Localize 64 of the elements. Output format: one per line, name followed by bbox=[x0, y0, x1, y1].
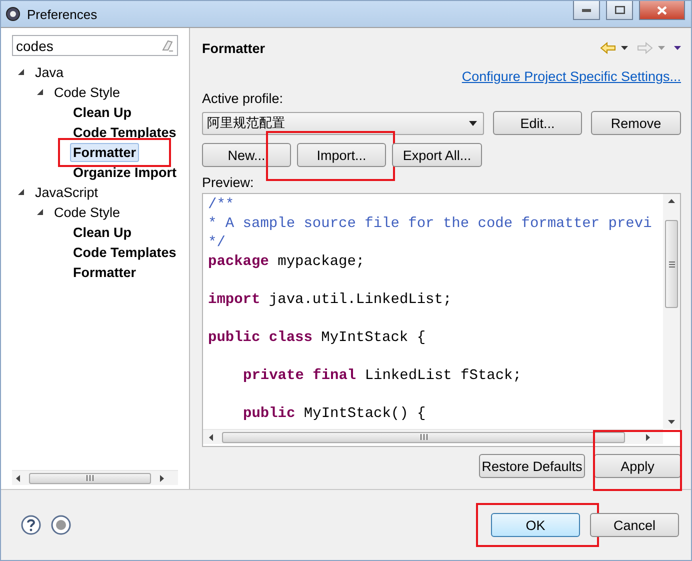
tree-item[interactable]: Code Templates bbox=[70, 122, 180, 142]
profile-button[interactable]: Edit... bbox=[493, 111, 582, 135]
tree-item[interactable]: Formatter bbox=[70, 142, 140, 162]
action-button[interactable]: Apply bbox=[594, 454, 681, 478]
code-line: import java.util.LinkedList; bbox=[208, 291, 453, 310]
page-title: Formatter bbox=[202, 40, 266, 56]
expanded-arrow-icon[interactable] bbox=[18, 68, 25, 76]
grip-icon bbox=[86, 475, 94, 481]
expanded-arrow-icon[interactable] bbox=[18, 188, 25, 196]
minimize-icon bbox=[582, 8, 591, 12]
scroll-left-icon[interactable] bbox=[208, 434, 214, 440]
horizontal-scrollbar[interactable] bbox=[203, 429, 663, 444]
profile-button[interactable]: Remove bbox=[591, 111, 681, 135]
expanded-arrow-icon[interactable] bbox=[37, 88, 44, 96]
tree-item[interactable]: Clean Up bbox=[70, 102, 135, 122]
tree-item[interactable]: Organize Import bbox=[70, 162, 180, 182]
view-menu-icon[interactable] bbox=[674, 45, 681, 51]
scroll-right-icon[interactable] bbox=[645, 434, 651, 440]
preview-label: Preview: bbox=[202, 175, 255, 190]
maximize-button[interactable] bbox=[606, 1, 633, 20]
code-line: public MyIntStack() { bbox=[242, 405, 427, 424]
maximize-icon bbox=[614, 6, 624, 14]
profile-label: Active profile: bbox=[202, 91, 284, 106]
tree-item[interactable]: Code Style bbox=[51, 82, 124, 102]
code-line: * A sample source file for the code formatter previ bbox=[208, 215, 653, 234]
profile-dropdown[interactable]: 阿里规范配置 bbox=[202, 112, 484, 134]
grip-icon bbox=[420, 434, 428, 440]
scroll-left-icon[interactable] bbox=[15, 474, 21, 482]
code-line: private final LinkedList fStack; bbox=[242, 367, 522, 386]
tree-item[interactable]: Code Style bbox=[51, 202, 124, 222]
action-button[interactable]: Restore Defaults bbox=[479, 454, 585, 478]
dropdown-arrow-icon bbox=[469, 120, 477, 126]
profile-button[interactable]: Export All... bbox=[392, 143, 482, 167]
help-icon[interactable] bbox=[21, 515, 41, 535]
scroll-down-icon[interactable] bbox=[668, 419, 675, 425]
code-line: /** bbox=[208, 196, 236, 215]
eraser-icon[interactable] bbox=[161, 39, 174, 52]
record-icon[interactable] bbox=[51, 515, 71, 535]
scroll-up-icon[interactable] bbox=[668, 198, 675, 204]
back-arrow-icon[interactable] bbox=[600, 42, 616, 54]
grip-icon bbox=[668, 260, 674, 268]
expanded-arrow-icon[interactable] bbox=[37, 208, 44, 216]
close-button[interactable] bbox=[639, 1, 685, 20]
window-title: Preferences bbox=[27, 6, 98, 22]
dialog-button[interactable]: Cancel bbox=[590, 513, 679, 537]
filter-field[interactable]: codes bbox=[12, 35, 178, 56]
vertical-scrollbar[interactable] bbox=[663, 194, 680, 429]
project-settings-link[interactable]: Configure Project Specific Settings... bbox=[462, 69, 681, 84]
profile-button[interactable]: New... bbox=[202, 143, 291, 167]
tree-item[interactable]: Formatter bbox=[70, 262, 140, 282]
tree-item[interactable]: Clean Up bbox=[70, 222, 135, 242]
minimize-button[interactable] bbox=[573, 1, 600, 20]
dialog-button[interactable]: OK bbox=[491, 513, 580, 537]
dropdown-arrow-icon[interactable] bbox=[621, 45, 628, 51]
tree-item[interactable]: Code Templates bbox=[70, 242, 180, 262]
code-line: package mypackage; bbox=[208, 253, 366, 272]
horizontal-scrollbar[interactable] bbox=[12, 470, 178, 485]
close-icon bbox=[657, 6, 667, 14]
profile-button[interactable]: Import... bbox=[297, 143, 386, 167]
tree-item[interactable]: Java bbox=[32, 62, 67, 82]
scroll-right-icon[interactable] bbox=[159, 474, 165, 482]
code-line: public class MyIntStack { bbox=[208, 329, 427, 348]
code-line: */ bbox=[208, 234, 226, 253]
tree-item[interactable]: JavaScript bbox=[32, 182, 102, 202]
